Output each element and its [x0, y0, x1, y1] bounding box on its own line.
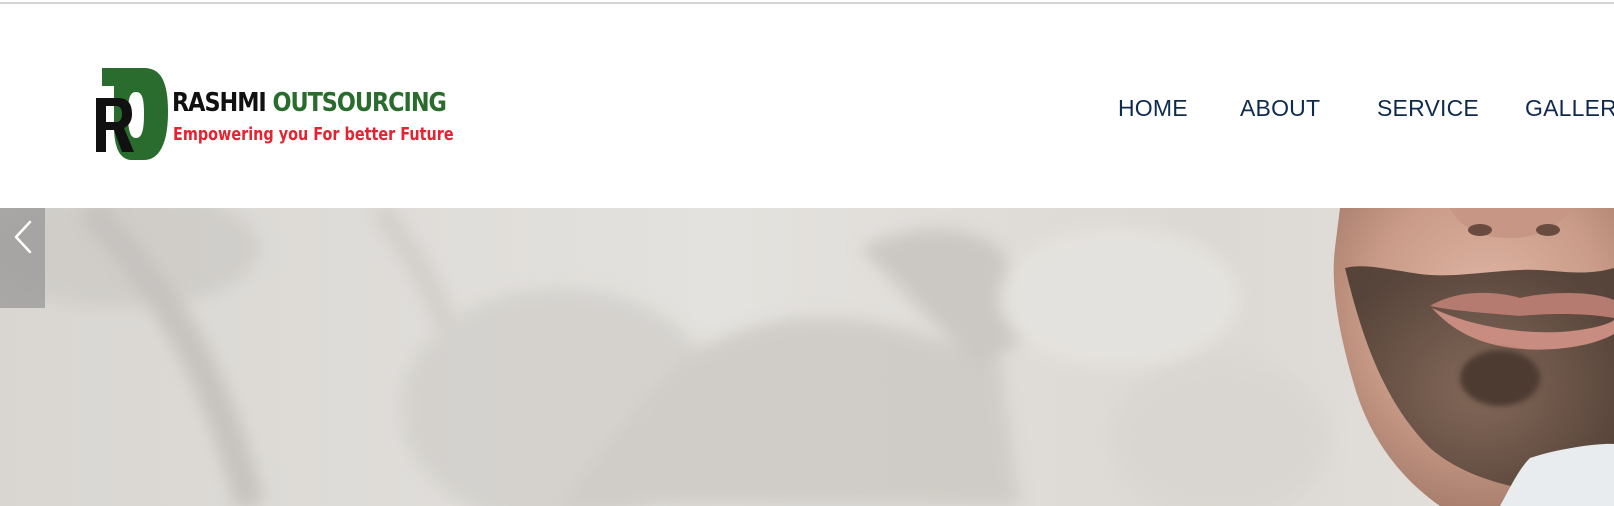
site-header: RASHMI OUTSOURCING Empowering you For be… — [0, 4, 1614, 208]
slider-prev-button[interactable] — [0, 208, 45, 308]
nav-item-gallery[interactable]: GALLER — [1525, 92, 1614, 124]
page: RASHMI OUTSOURCING Empowering you For be… — [0, 0, 1614, 506]
logo-brand-word-1: RASHMI — [172, 88, 267, 118]
site-logo[interactable]: RASHMI OUTSOURCING Empowering you For be… — [96, 68, 456, 168]
hero-slide-image — [0, 208, 1614, 506]
logo-tagline: Empowering you For better Future — [173, 124, 454, 145]
nav-item-service[interactable]: SERVICE — [1377, 92, 1479, 124]
logo-brand-word-2: OUTSOURCING — [272, 88, 446, 118]
logo-brand-text: RASHMI OUTSOURCING — [172, 88, 447, 118]
hero-slider — [0, 208, 1614, 506]
chevron-left-icon — [14, 220, 32, 254]
nav-item-home[interactable]: HOME — [1118, 92, 1188, 124]
nav-item-about[interactable]: ABOUT — [1240, 92, 1320, 124]
logo-monogram-icon — [96, 68, 168, 160]
